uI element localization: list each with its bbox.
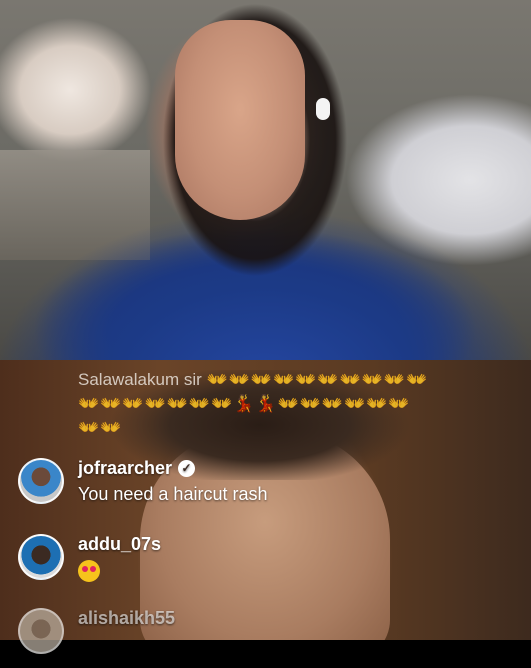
comment-item: addu_07s	[18, 534, 518, 594]
avatar[interactable]	[18, 608, 64, 654]
live-comments-overlay: Salawalakum sir 👐👐👐👐👐👐👐👐👐👐 👐👐👐👐👐👐👐💃💃👐👐👐👐…	[0, 362, 531, 654]
comment-username[interactable]: jofraarcher ✓	[78, 458, 196, 479]
avatar[interactable]	[18, 458, 64, 504]
top-live-video-feed	[0, 0, 531, 360]
comment-item: alishaikh55	[18, 608, 518, 668]
emoji-run: 👐👐	[78, 418, 123, 437]
comment-username[interactable]: addu_07s	[78, 534, 161, 555]
emoji-run: 👐👐👐👐👐👐👐👐👐👐	[206, 370, 429, 389]
avatar[interactable]	[18, 534, 64, 580]
host-face	[175, 20, 305, 220]
emoji-run: 👐👐👐👐👐👐👐💃💃👐👐👐👐👐👐	[78, 394, 411, 413]
comment-item: jofraarcher ✓ You need a haircut rash	[18, 458, 518, 518]
previous-comment-text: Salawalakum sir 👐👐👐👐👐👐👐👐👐👐 👐👐👐👐👐👐👐💃💃👐👐👐👐…	[78, 370, 429, 437]
comment-username[interactable]: alishaikh55	[78, 608, 175, 629]
comment-text	[78, 560, 100, 587]
heart-eyes-emoji-icon	[78, 560, 100, 582]
comment-text: You need a haircut rash	[78, 484, 268, 504]
earbud	[316, 98, 330, 120]
verified-check-icon: ✓	[178, 460, 196, 477]
